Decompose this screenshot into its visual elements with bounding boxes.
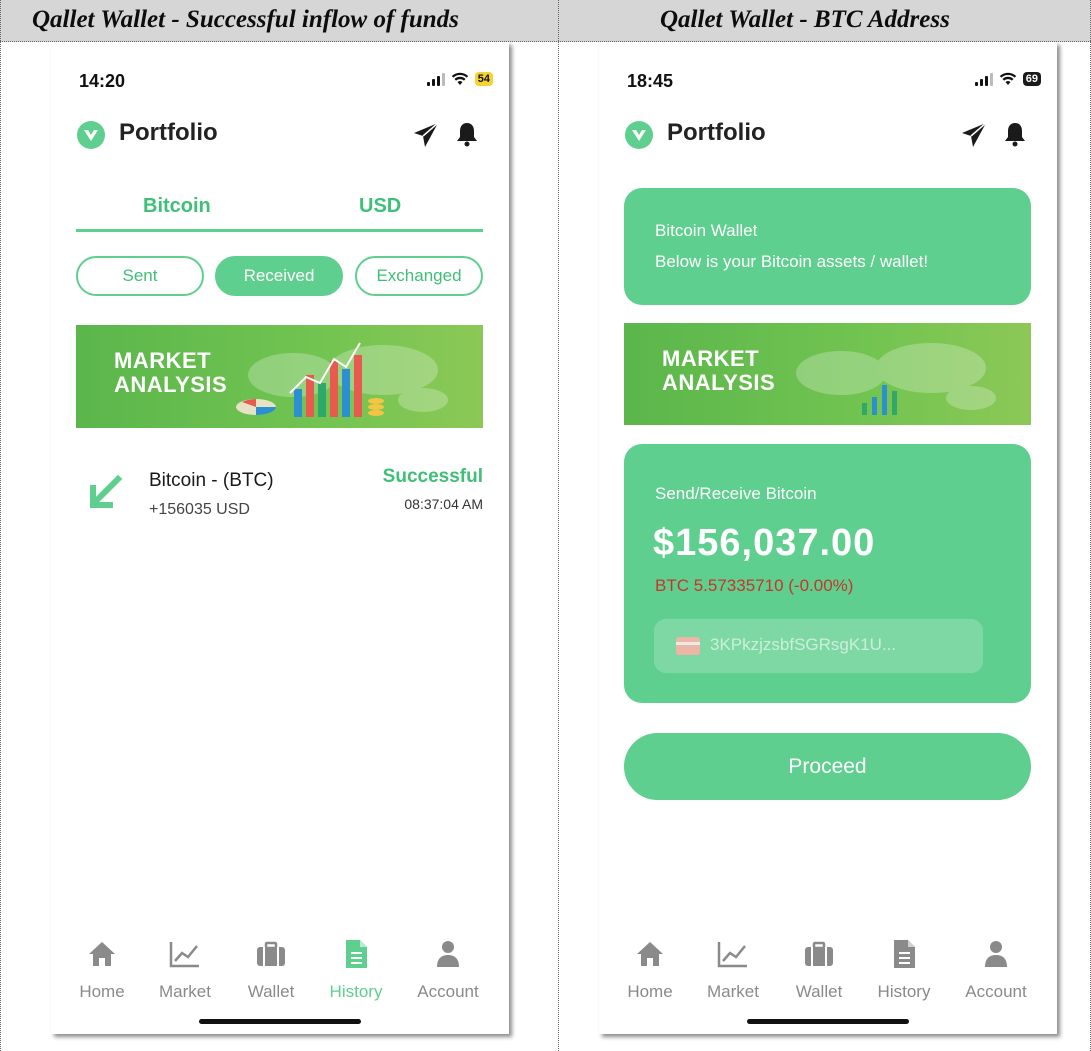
banner-title: MARKET ANALYSIS: [114, 348, 228, 397]
bitcoin-wallet-card: Bitcoin Wallet Below is your Bitcoin ass…: [624, 188, 1031, 305]
caption-right: Qallet Wallet - BTC Address: [660, 6, 950, 33]
account-icon: [437, 941, 459, 967]
proceed-button[interactable]: Proceed: [624, 733, 1031, 800]
status-time: 14:20: [79, 71, 126, 91]
market-analysis-banner[interactable]: MARKET ANALYSIS: [76, 325, 483, 428]
btc-balance: BTC 5.57335710 (-0.00%): [655, 576, 854, 595]
wallet-icon: [257, 941, 285, 966]
tab-bitcoin[interactable]: Bitcoin: [143, 195, 211, 218]
page-title: Portfolio: [119, 119, 218, 146]
currency-tabs: Bitcoin USD: [76, 192, 483, 232]
banner-title: MARKET ANALYSIS: [662, 346, 776, 395]
header: Portfolio: [625, 118, 1031, 152]
nav-home[interactable]: Home: [610, 936, 690, 1002]
app-logo-icon: [625, 121, 653, 149]
battery-icon: 54: [474, 72, 493, 86]
transaction-time: 08:37:04 AM: [404, 496, 483, 512]
filter-pills: Sent Received Exchanged: [76, 256, 483, 296]
app-logo-icon: [77, 121, 105, 149]
card-icon: [676, 637, 700, 655]
wifi-icon: [451, 72, 468, 85]
arrow-down-left-icon: [90, 474, 123, 508]
transaction-name: Bitcoin - (BTC): [149, 470, 274, 491]
home-indicator: [747, 1019, 909, 1024]
status-time: 18:45: [627, 71, 674, 91]
page-title: Portfolio: [667, 119, 766, 146]
nav-history[interactable]: History: [316, 936, 396, 1002]
filter-received-button[interactable]: Received: [215, 256, 343, 296]
market-analysis-banner[interactable]: MARKET ANALYSIS: [624, 323, 1031, 425]
bottom-nav: Home Market Wallet History Account: [599, 936, 1057, 1034]
nav-wallet[interactable]: Wallet: [779, 936, 859, 1002]
account-icon: [985, 941, 1007, 967]
wallet-card-title: Bitcoin Wallet: [655, 221, 758, 240]
filter-exchanged-button[interactable]: Exchanged: [355, 256, 483, 296]
phone-screen-history: 14:20 54 Portfolio Bitcoin USD Sent Rece…: [51, 42, 509, 1034]
caption-row: Qallet Wallet - Successful inflow of fun…: [0, 0, 1091, 42]
filter-sent-button[interactable]: Sent: [76, 256, 204, 296]
wifi-icon: [999, 72, 1016, 85]
nav-wallet[interactable]: Wallet: [231, 936, 311, 1002]
send-receive-card: Send/Receive Bitcoin $156,037.00 BTC 5.5…: [624, 444, 1031, 703]
divider-middle: [558, 0, 559, 1051]
comparison-frame: Qallet Wallet - Successful inflow of fun…: [0, 0, 1091, 1051]
transaction-status: Successful: [382, 466, 483, 487]
send-icon[interactable]: [413, 122, 439, 148]
btc-address-field[interactable]: 3KPkzjzsbfSGRsgK1U...: [654, 619, 983, 673]
bell-icon[interactable]: [1003, 121, 1027, 147]
chart-icon: [717, 942, 747, 968]
home-icon: [89, 942, 115, 966]
phone-screen-btc-address: 18:45 69 Portfolio Bitcoin Wallet Below …: [599, 42, 1057, 1034]
chart-graphic: [862, 385, 897, 415]
battery-icon: 69: [1022, 72, 1041, 86]
wallet-card-subtitle: Below is your Bitcoin assets / wallet!: [655, 252, 929, 271]
send-icon[interactable]: [961, 122, 987, 148]
divider-left: [0, 0, 1, 1051]
nav-history[interactable]: History: [864, 936, 944, 1002]
home-indicator: [199, 1019, 361, 1024]
signal-icon: [974, 72, 993, 86]
caption-left: Qallet Wallet - Successful inflow of fun…: [32, 6, 459, 33]
bell-icon[interactable]: [455, 121, 479, 147]
chart-icon: [169, 942, 199, 968]
btc-address-text: 3KPkzjzsbfSGRsgK1U...: [710, 635, 897, 654]
bottom-nav: Home Market Wallet History Account: [51, 936, 509, 1034]
home-icon: [637, 942, 663, 966]
nav-account[interactable]: Account: [956, 936, 1036, 1002]
transaction-amount: +156035 USD: [149, 501, 250, 518]
transaction-row[interactable]: Bitcoin - (BTC) +156035 USD Successful 0…: [76, 466, 483, 526]
send-receive-label: Send/Receive Bitcoin: [655, 484, 817, 503]
history-icon: [894, 940, 915, 968]
wallet-icon: [805, 941, 833, 966]
chart-graphic: [236, 342, 384, 417]
nav-market[interactable]: Market: [693, 936, 773, 1002]
balance-amount: $156,037.00: [653, 522, 876, 564]
signal-icon: [426, 72, 445, 86]
history-icon: [346, 940, 367, 968]
status-icons: 54: [426, 72, 493, 86]
status-icons: 69: [974, 72, 1041, 86]
nav-account[interactable]: Account: [408, 936, 488, 1002]
tab-usd[interactable]: USD: [359, 195, 401, 218]
nav-home[interactable]: Home: [62, 936, 142, 1002]
header: Portfolio: [77, 118, 483, 152]
nav-market[interactable]: Market: [145, 936, 225, 1002]
